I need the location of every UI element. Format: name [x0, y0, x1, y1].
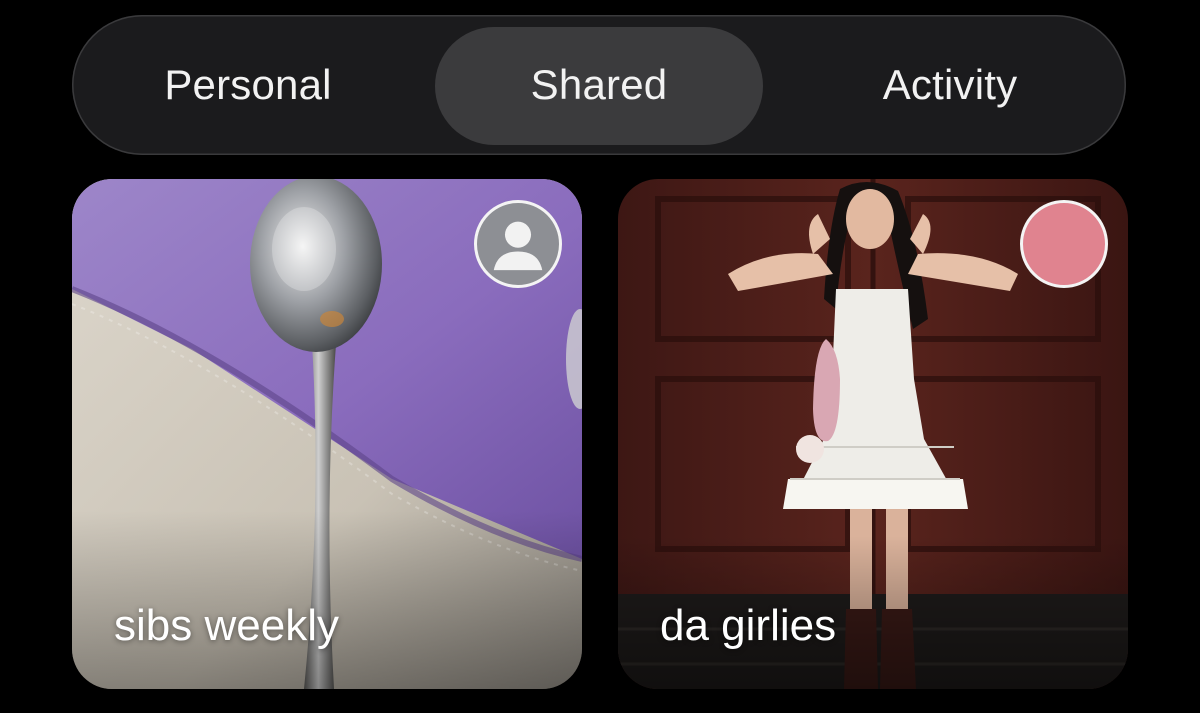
- tab-personal[interactable]: Personal: [72, 15, 424, 155]
- album-title: da girlies: [660, 601, 837, 650]
- album-owner-avatar: [1020, 200, 1108, 288]
- segmented-control: Personal Shared Activity: [72, 15, 1126, 155]
- person-placeholder-icon: [493, 221, 543, 271]
- tab-shared[interactable]: Shared: [435, 15, 763, 155]
- album-card-da-girlies[interactable]: da girlies: [618, 179, 1128, 689]
- tab-activity[interactable]: Activity: [774, 15, 1126, 155]
- album-card-sibs-weekly[interactable]: sibs weekly: [72, 179, 582, 689]
- album-title: sibs weekly: [114, 601, 339, 650]
- album-owner-avatar: [474, 200, 562, 288]
